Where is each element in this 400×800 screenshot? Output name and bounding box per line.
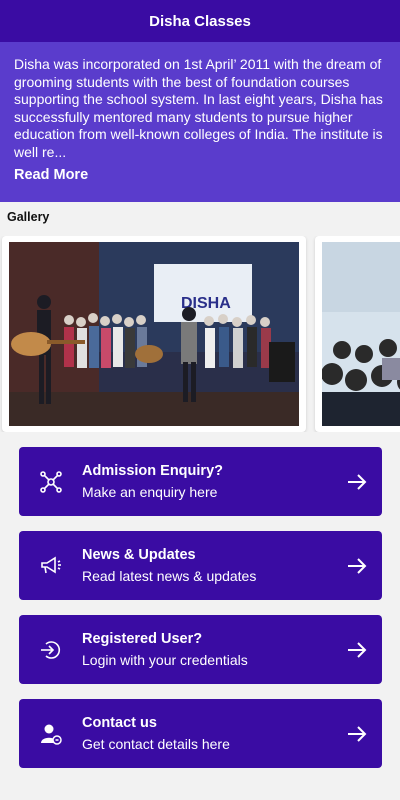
about-text: Disha was incorporated on 1st April’ 201… xyxy=(14,56,383,160)
registered-user-button[interactable]: Registered User? Login with your credent… xyxy=(19,615,382,684)
arrow-right-icon xyxy=(332,473,382,490)
arrow-right-icon xyxy=(332,641,382,658)
app-title: Disha Classes xyxy=(149,12,251,30)
megaphone-icon xyxy=(19,556,82,576)
gallery-carousel[interactable]: DISHA xyxy=(0,236,400,432)
app-bar: Disha Classes xyxy=(0,0,400,42)
admission-enquiry-button[interactable]: Admission Enquiry? Make an enquiry here xyxy=(19,447,382,516)
read-more-link[interactable]: Read More xyxy=(14,167,386,183)
action-title: Registered User? xyxy=(82,631,203,647)
about-section: Disha was incorporated on 1st April’ 201… xyxy=(0,42,400,202)
gallery-card[interactable]: DISHA xyxy=(2,236,306,432)
news-updates-button[interactable]: News & Updates Read latest news & update… xyxy=(19,531,382,600)
action-subtitle: Login with your credentials xyxy=(82,652,248,668)
arrow-right-icon xyxy=(332,725,382,742)
gallery-card[interactable] xyxy=(315,236,400,432)
gallery-title: Gallery xyxy=(7,210,50,224)
network-icon xyxy=(19,470,82,493)
action-title: Admission Enquiry? xyxy=(82,463,223,479)
action-subtitle: Make an enquiry here xyxy=(82,484,218,500)
action-subtitle: Get contact details here xyxy=(82,736,230,752)
contact-icon xyxy=(19,723,82,745)
action-title: News & Updates xyxy=(82,547,196,563)
gallery-photo-audience xyxy=(322,242,400,426)
login-icon xyxy=(19,639,82,661)
gallery-photo-event: DISHA xyxy=(9,242,299,426)
action-title: Contact us xyxy=(82,715,157,731)
action-subtitle: Read latest news & updates xyxy=(82,568,257,584)
contact-us-button[interactable]: Contact us Get contact details here xyxy=(19,699,382,768)
action-list: Admission Enquiry? Make an enquiry here … xyxy=(19,447,382,783)
arrow-right-icon xyxy=(332,557,382,574)
